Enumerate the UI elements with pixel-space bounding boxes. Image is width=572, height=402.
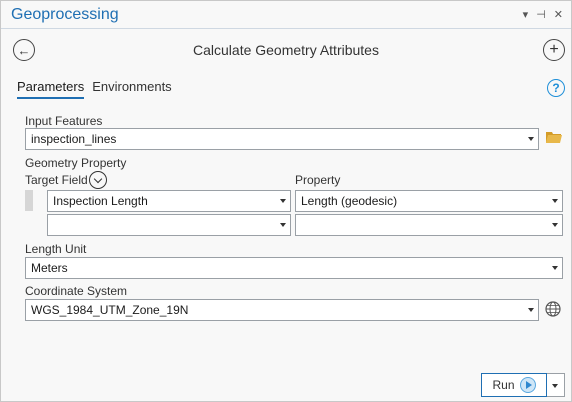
property-dropdown-2[interactable] xyxy=(295,214,563,236)
run-label: Run xyxy=(492,378,515,392)
property-value-1: Length (geodesic) xyxy=(301,194,398,208)
tool-header: ← Calculate Geometry Attributes + xyxy=(1,37,571,65)
chevron-down-icon xyxy=(552,266,558,270)
geoprocessing-pane: Geoprocessing ▾ ⊣ ✕ ← Calculate Geometry… xyxy=(0,0,572,402)
chevron-down-icon xyxy=(552,199,558,203)
length-unit-label: Length Unit xyxy=(25,242,87,256)
chevron-down-icon xyxy=(280,199,286,203)
length-unit-dropdown[interactable]: Meters xyxy=(25,257,563,279)
input-features-value: inspection_lines xyxy=(31,132,117,146)
property-dropdown-1[interactable]: Length (geodesic) xyxy=(295,190,563,212)
chevron-down-icon xyxy=(528,308,534,312)
chevron-down-icon xyxy=(280,223,286,227)
geometry-property-label: Geometry Property xyxy=(25,156,127,170)
browse-folder-icon[interactable] xyxy=(546,131,562,144)
help-icon[interactable]: ? xyxy=(547,79,565,97)
run-button-group: Run xyxy=(481,373,565,397)
run-button[interactable]: Run xyxy=(481,373,547,397)
input-features-label: Input Features xyxy=(25,114,103,128)
row-grip-handle[interactable] xyxy=(25,190,33,211)
chevron-down-icon xyxy=(528,137,534,141)
target-field-label: Target Field xyxy=(25,173,88,187)
globe-icon[interactable] xyxy=(545,301,561,317)
target-field-dropdown-1[interactable]: Inspection Length xyxy=(47,190,291,212)
close-icon[interactable]: ✕ xyxy=(554,8,563,21)
coordinate-system-label: Coordinate System xyxy=(25,284,128,298)
chevron-down-icon xyxy=(552,384,558,388)
tab-strip: Parameters Environments xyxy=(17,79,172,99)
length-unit-value: Meters xyxy=(31,261,68,275)
pane-title: Geoprocessing xyxy=(11,6,119,23)
coordinate-system-dropdown[interactable]: WGS_1984_UTM_Zone_19N xyxy=(25,299,539,321)
input-features-dropdown[interactable]: inspection_lines xyxy=(25,128,539,150)
run-options-dropdown[interactable] xyxy=(547,373,565,397)
property-label: Property xyxy=(295,173,341,187)
play-icon xyxy=(519,377,536,393)
tool-title: Calculate Geometry Attributes xyxy=(193,42,379,58)
target-field-dropdown-2[interactable] xyxy=(47,214,291,236)
chevron-down-icon xyxy=(552,223,558,227)
chevron-down-icon[interactable] xyxy=(89,171,107,189)
tab-parameters[interactable]: Parameters xyxy=(17,79,85,99)
pane-titlebar: Geoprocessing ▾ ⊣ ✕ xyxy=(1,1,571,29)
dropdown-icon[interactable]: ▾ xyxy=(523,8,529,21)
pin-icon[interactable]: ⊣ xyxy=(536,8,546,21)
tab-environments[interactable]: Environments xyxy=(92,79,171,99)
coordinate-system-value: WGS_1984_UTM_Zone_19N xyxy=(31,303,189,317)
target-field-value-1: Inspection Length xyxy=(53,194,148,208)
titlebar-controls: ▾ ⊣ ✕ xyxy=(523,8,563,21)
add-icon[interactable]: + xyxy=(543,39,565,61)
